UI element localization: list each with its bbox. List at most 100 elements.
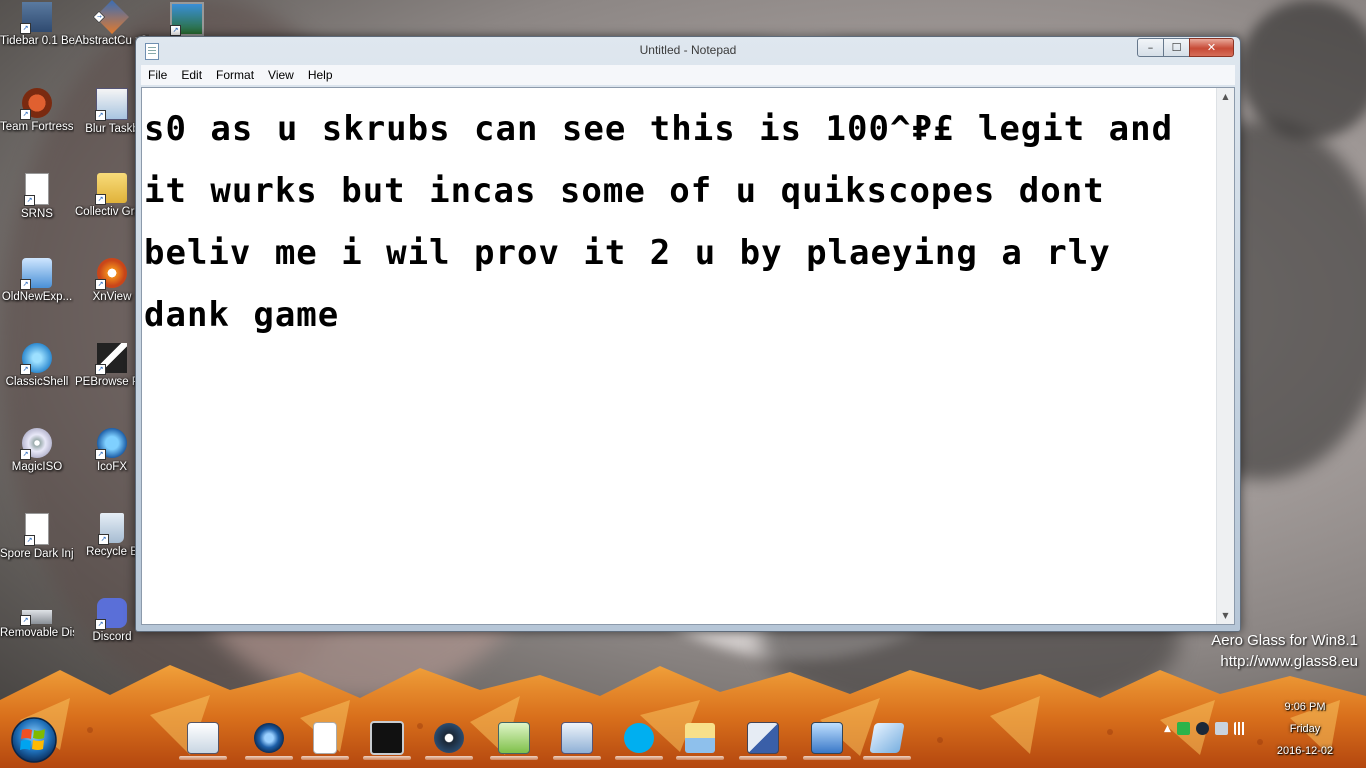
clock[interactable]: 9:06 PM Friday 2016-12-02: [1260, 696, 1350, 762]
desktop-icon[interactable]: ↗ OldNewExp...: [0, 258, 74, 305]
file-icon: ↗: [24, 173, 49, 206]
file-icon: ↗: [24, 513, 49, 546]
shortcut-arrow-icon: ↗: [20, 23, 31, 34]
shortcut-arrow-icon: ↗: [24, 195, 35, 206]
desktop-icon[interactable]: ↗ MagicISO: [0, 428, 74, 475]
watermark-line-1: Aero Glass for Win8.1: [1211, 632, 1358, 649]
xnview-icon: ↗: [95, 258, 127, 290]
taskbar-button[interactable]: [176, 714, 230, 762]
desktop-icon[interactable]: ↗ SRNS: [0, 173, 74, 222]
maximize-button[interactable]: ☐: [1163, 38, 1190, 57]
desktop-icon-label: MagicISO: [11, 461, 63, 473]
abstract-icon: ↗: [92, 0, 129, 34]
close-button[interactable]: ✕: [1189, 38, 1234, 57]
system-tray: ▲: [1164, 722, 1247, 735]
show-hidden-icons-icon[interactable]: ▲: [1164, 724, 1171, 734]
menu-view[interactable]: View: [261, 68, 301, 82]
scroll-up-icon[interactable]: ▲: [1217, 88, 1234, 105]
menu-format[interactable]: Format: [209, 68, 261, 82]
taskbar-button[interactable]: [487, 714, 541, 762]
clock-day: Friday: [1289, 723, 1321, 735]
signal-bars-icon[interactable]: [1233, 722, 1247, 735]
shortcut-arrow-icon: ↗: [20, 279, 31, 290]
shortcut-arrow-icon: ↗: [20, 615, 31, 626]
shortcut-arrow-icon: ↗: [95, 449, 106, 460]
taskbar-button[interactable]: [673, 714, 727, 762]
desktop-icon-label: ClassicShell: [5, 376, 69, 388]
minimize-button[interactable]: –: [1137, 38, 1164, 57]
steam-icon: [434, 723, 464, 753]
security-shield-icon[interactable]: [1176, 722, 1190, 735]
shortcut-arrow-icon: ↗: [20, 109, 31, 120]
notepadpp-icon: [498, 722, 530, 754]
skype-icon: [624, 723, 654, 753]
tf2-icon: ↗: [20, 88, 52, 120]
shortcut-arrow-icon: ↗: [95, 619, 106, 630]
oldnewexplorer-icon: ↗: [20, 258, 52, 290]
desktop-icon-label: OldNewExp...: [1, 291, 73, 303]
text-editor[interactable]: s0 as u skrubs can see this is 100^₽£ le…: [142, 88, 1217, 624]
menu-bar: File Edit Format View Help: [141, 65, 1235, 85]
vertical-scrollbar[interactable]: ▲ ▼: [1216, 88, 1234, 624]
file-explorer-icon: [685, 723, 715, 753]
network-device-icon[interactable]: [1214, 722, 1228, 735]
shortcut-arrow-icon: ↗: [95, 110, 106, 121]
title-bar[interactable]: Untitled - Notepad – ☐ ✕: [136, 37, 1240, 65]
taskbar-button[interactable]: [860, 714, 914, 762]
notepad-news-icon: [187, 722, 219, 754]
scroll-down-icon[interactable]: ▼: [1217, 607, 1234, 624]
watermark-line-2: http://www.glass8.eu: [1220, 653, 1358, 670]
desktop-icon[interactable]: ↗ ClassicShell: [0, 343, 74, 390]
desktop-icon[interactable]: ↗Team Fortress 2: [0, 88, 74, 135]
desktop-icon-label: Removable Disk (D) -...: [0, 627, 74, 639]
paint-icon: [747, 722, 779, 754]
editor-client-area: s0 as u skrubs can see this is 100^₽£ le…: [141, 87, 1235, 625]
taskbar-button[interactable]: [298, 714, 352, 762]
menu-file[interactable]: File: [141, 68, 174, 82]
taskbar-button[interactable]: [736, 714, 790, 762]
menu-help[interactable]: Help: [301, 68, 340, 82]
start-button[interactable]: [8, 714, 60, 764]
pebrowse-icon: ↗: [95, 343, 127, 375]
desktop-icon[interactable]: ↗: [150, 2, 224, 38]
desktop-icon[interactable]: ↗ Spore Dark Injection 9.r: [0, 513, 74, 562]
taskbar-button[interactable]: [550, 714, 604, 762]
shortcut-arrow-icon: ↗: [20, 449, 31, 460]
desktop-icon-label: Tidebar 0.1 Beta: [0, 35, 74, 47]
desktop-icon-label: SRNS: [21, 208, 53, 220]
settings-swirl-icon: [254, 723, 284, 753]
taskbar-button[interactable]: [360, 714, 414, 762]
shortcut-arrow-icon: ↗: [95, 364, 106, 375]
taskbar-button[interactable]: [612, 714, 666, 762]
notepad-icon: [869, 723, 905, 753]
shortcut-arrow-icon: ↗: [98, 534, 109, 545]
blank-file-icon: [313, 722, 337, 754]
usb-drive-icon: ↗: [20, 610, 52, 626]
shortcut-arrow-icon: ↗: [170, 25, 181, 36]
monitor-icon: ↗: [170, 2, 204, 36]
taskbar-button[interactable]: [422, 714, 476, 762]
shortcut-arrow-icon: ↗: [95, 194, 106, 205]
folder-icon: ↗: [95, 173, 127, 205]
recycle-bin-icon: ↗: [98, 513, 124, 545]
command-prompt-icon: [370, 721, 404, 755]
clock-date: 2016-12-02: [1276, 745, 1334, 757]
shortcut-arrow-icon: ↗: [20, 364, 31, 375]
tidebar-icon: ↗: [20, 2, 52, 34]
caption-buttons: – ☐ ✕: [1137, 38, 1234, 57]
taskbar-button[interactable]: [800, 714, 854, 762]
shortcut-arrow-icon: ↗: [92, 10, 106, 24]
desktop-icon[interactable]: ↗Removable Disk (D) -...: [0, 598, 74, 641]
window-title: Untitled - Notepad: [639, 43, 737, 57]
disc-icon: ↗: [20, 428, 52, 460]
classicshell-icon: ↗: [20, 343, 52, 375]
menu-edit[interactable]: Edit: [174, 68, 209, 82]
aero-glass-watermark: Aero Glass for Win8.1 http://www.glass8.…: [1211, 630, 1358, 672]
steam-tray-icon[interactable]: [1195, 722, 1209, 735]
notepad-window[interactable]: Untitled - Notepad – ☐ ✕ File Edit Forma…: [135, 36, 1241, 632]
shortcut-arrow-icon: ↗: [95, 279, 106, 290]
control-panel-icon: [811, 722, 843, 754]
shortcut-arrow-icon: ↗: [24, 535, 35, 546]
desktop-icon[interactable]: ↗Tidebar 0.1 Beta: [0, 2, 74, 49]
taskbar-button[interactable]: [242, 714, 296, 762]
